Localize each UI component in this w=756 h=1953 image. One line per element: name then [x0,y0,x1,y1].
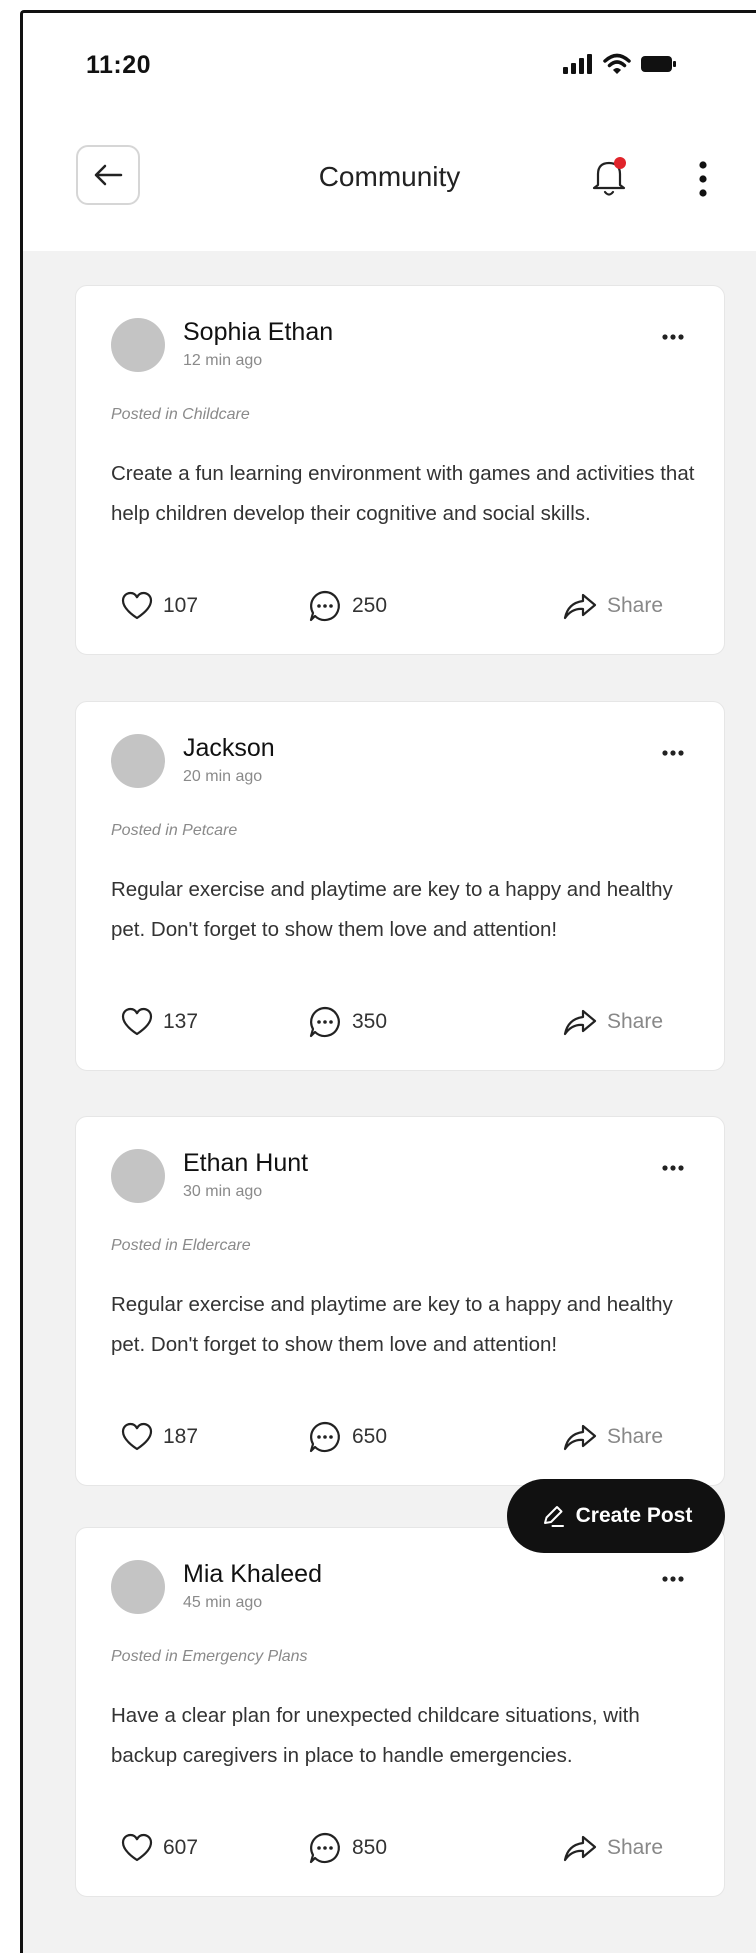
avatar[interactable] [111,1560,165,1614]
share-icon [563,1009,597,1036]
wifi-icon [603,53,631,74]
app-header: Community [23,93,756,251]
like-count: 187 [163,1425,199,1448]
page-title: Community [318,161,461,192]
post-actions: 107 250 Share [111,588,701,624]
comment-count: 650 [352,1425,388,1448]
post-category[interactable]: Posted in Childcare [111,406,250,424]
notification-dot [614,157,626,169]
more-horizontal-icon [662,1165,684,1171]
more-horizontal-icon [662,1576,684,1582]
post-body: Regular exercise and playtime are key to… [111,1293,673,1356]
post-body: Have a clear plan for unexpected childca… [111,1704,640,1767]
heart-icon [121,1833,153,1862]
more-horizontal-icon [662,334,684,340]
post-card: Sophia Ethan 12 min ago Posted in Childc… [75,285,725,655]
post-actions: 187 650 Share [111,1419,701,1455]
post-category[interactable]: Posted in Emergency Plans [111,1648,308,1666]
more-horizontal-icon [662,750,684,756]
bell-icon [592,157,626,196]
post-time: 12 min ago [183,352,263,369]
share-button[interactable]: Share [563,588,663,624]
heart-icon [121,1422,153,1451]
signal-icon [563,54,592,74]
create-post-label: Create Post [575,1504,693,1527]
avatar[interactable] [111,318,165,372]
post-body: Create a fun learning environment with g… [111,462,695,525]
share-label: Share [607,1010,664,1033]
avatar[interactable] [111,734,165,788]
share-button[interactable]: Share [563,1830,663,1866]
heart-icon [121,1007,153,1036]
post-menu-button[interactable] [656,1161,690,1175]
notifications-button[interactable] [589,155,629,199]
post-menu-button[interactable] [656,746,690,760]
pencil-icon [543,1506,564,1527]
comment-button[interactable]: 250 [308,588,387,624]
comment-icon [309,1832,340,1864]
more-vertical-icon [699,161,707,197]
avatar[interactable] [111,1149,165,1203]
post-author[interactable]: Ethan Hunt [183,1149,308,1178]
share-label: Share [607,594,664,617]
share-button[interactable]: Share [563,1004,663,1040]
post-category[interactable]: Posted in Petcare [111,822,237,840]
comment-icon [309,1006,340,1038]
share-icon [563,1835,597,1862]
comment-count: 250 [352,594,388,617]
post-menu-button[interactable] [656,330,690,344]
comment-icon [309,590,340,622]
like-count: 137 [163,1010,199,1033]
post-menu-button[interactable] [656,1572,690,1586]
phone-frame: 11:20 Community Sophia Ethan 12 min ago … [20,10,756,1953]
share-button[interactable]: Share [563,1419,663,1455]
post-actions: 607 850 Share [111,1830,701,1866]
heart-icon [121,591,153,620]
comment-icon [309,1421,340,1453]
post-category[interactable]: Posted in Eldercare [111,1237,251,1255]
more-options-button[interactable] [693,159,713,199]
post-author[interactable]: Sophia Ethan [183,318,333,347]
status-time: 11:20 [86,51,152,79]
battery-icon [641,56,676,72]
comment-button[interactable]: 850 [308,1830,387,1866]
like-button[interactable]: 187 [121,1419,198,1455]
post-card: Ethan Hunt 30 min ago Posted in Eldercar… [75,1116,725,1486]
status-bar: 11:20 [23,13,756,93]
post-body: Regular exercise and playtime are key to… [111,878,673,941]
post-time: 20 min ago [183,768,263,785]
post-actions: 137 350 Share [111,1004,701,1040]
share-icon [563,593,597,620]
comment-button[interactable]: 350 [308,1004,387,1040]
like-button[interactable]: 107 [121,588,198,624]
comment-count: 850 [352,1836,388,1859]
status-icons [563,53,677,75]
like-button[interactable]: 607 [121,1830,198,1866]
feed: Sophia Ethan 12 min ago Posted in Childc… [23,251,756,1953]
post-author[interactable]: Mia Khaleed [183,1560,322,1589]
post-author[interactable]: Jackson [183,734,275,763]
comment-button[interactable]: 650 [308,1419,387,1455]
post-time: 30 min ago [183,1183,263,1200]
share-label: Share [607,1836,664,1859]
share-icon [563,1424,597,1451]
like-button[interactable]: 137 [121,1004,198,1040]
comment-count: 350 [352,1010,388,1033]
share-label: Share [607,1425,664,1448]
post-time: 45 min ago [183,1594,263,1611]
like-count: 107 [163,594,199,617]
post-card: Mia Khaleed 45 min ago Posted in Emergen… [75,1527,725,1897]
create-post-button[interactable]: Create Post [507,1479,725,1553]
post-card: Jackson 20 min ago Posted in Petcare Reg… [75,701,725,1071]
like-count: 607 [163,1836,199,1859]
